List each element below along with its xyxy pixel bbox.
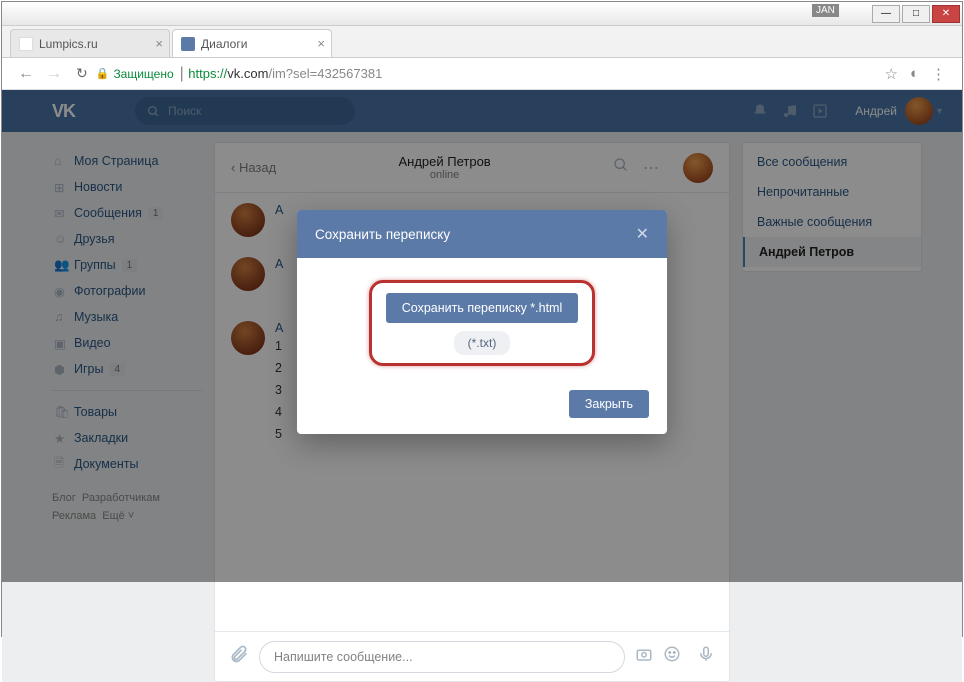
jan-badge: JAN: [812, 4, 839, 17]
menu-icon[interactable]: ⋮: [925, 65, 952, 83]
camera-icon[interactable]: [635, 645, 653, 668]
window-close[interactable]: ✕: [932, 5, 960, 23]
reload-icon[interactable]: ↻: [68, 65, 96, 82]
save-conversation-modal: Сохранить переписку ✕ Сохранить переписк…: [297, 210, 667, 434]
nav-forward-icon[interactable]: →: [40, 65, 68, 83]
favicon-icon: [19, 37, 33, 51]
window-maximize[interactable]: □: [902, 5, 930, 23]
mic-icon[interactable]: [697, 645, 715, 668]
browser-tab[interactable]: Диалоги ×: [172, 29, 332, 57]
close-button[interactable]: Закрыть: [569, 390, 649, 418]
modal-overlay[interactable]: Сохранить переписку ✕ Сохранить переписк…: [2, 90, 962, 582]
modal-close-icon[interactable]: ✕: [636, 224, 649, 244]
attach-icon[interactable]: [229, 644, 249, 669]
tab-title: Диалоги: [201, 37, 247, 51]
star-icon[interactable]: ☆: [878, 65, 903, 83]
modal-footer: Закрыть: [297, 380, 667, 434]
address-bar: ← → ↻ 🔒 Защищено | https:// vk.com /im?s…: [2, 58, 962, 90]
url-path: /im?sel=432567381: [268, 66, 382, 81]
modal-title: Сохранить переписку: [315, 227, 450, 242]
lock-icon: 🔒: [96, 67, 110, 80]
url-host: vk.com: [227, 66, 268, 81]
window-titlebar: JAN ― □ ✕: [2, 2, 962, 26]
save-html-button[interactable]: Сохранить переписку *.html: [386, 293, 579, 323]
favicon-icon: [181, 37, 195, 51]
secure-label: Защищено: [113, 67, 173, 81]
placeholder: Напишите сообщение...: [274, 650, 413, 664]
browser-tab[interactable]: Lumpics.ru ×: [10, 29, 170, 57]
url-scheme: https://: [188, 66, 227, 81]
modal-body: Сохранить переписку *.html (*.txt): [297, 258, 667, 380]
window-minimize[interactable]: ―: [872, 5, 900, 23]
nav-back-icon[interactable]: ←: [12, 65, 40, 83]
tab-title: Lumpics.ru: [39, 37, 98, 51]
emoji-icon[interactable]: [663, 645, 681, 668]
tab-close-icon[interactable]: ×: [317, 36, 325, 51]
browser-tab-strip: Lumpics.ru × Диалоги ×: [2, 26, 962, 58]
message-composer: Напишите сообщение...: [215, 631, 729, 681]
extension-icon[interactable]: ◐: [904, 65, 925, 82]
message-input[interactable]: Напишите сообщение...: [259, 641, 625, 673]
save-txt-button[interactable]: (*.txt): [454, 331, 511, 355]
highlight-annotation: Сохранить переписку *.html (*.txt): [369, 280, 596, 366]
modal-header: Сохранить переписку ✕: [297, 210, 667, 258]
tab-close-icon[interactable]: ×: [155, 36, 163, 51]
